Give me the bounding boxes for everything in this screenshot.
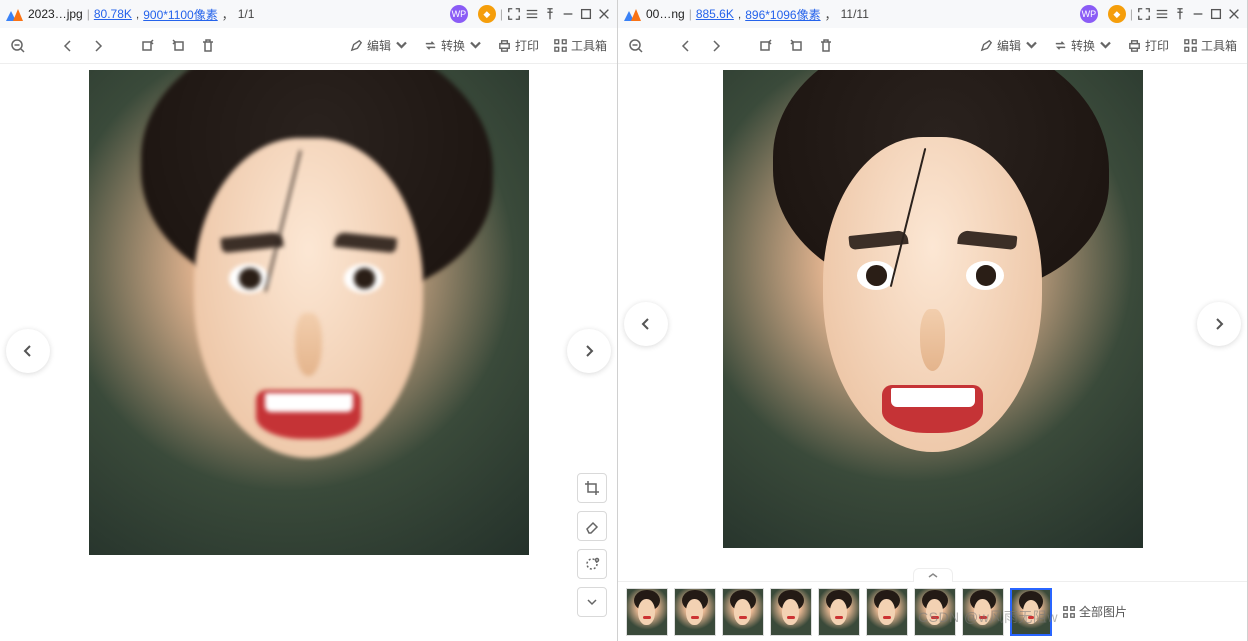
file-dimensions-link[interactable]: 896*1096像素 (745, 6, 820, 23)
thumbnail[interactable] (674, 588, 716, 636)
image-viewport (0, 64, 617, 641)
minimize-icon[interactable] (1191, 7, 1205, 21)
minimize-icon[interactable] (561, 7, 575, 21)
thumbnail[interactable] (962, 588, 1004, 636)
rotate-left-button[interactable] (140, 38, 156, 54)
main-image[interactable] (89, 70, 529, 555)
file-index: 11/11 (841, 7, 869, 21)
next-image-button[interactable] (1197, 302, 1241, 346)
fullscreen-icon[interactable] (507, 7, 521, 21)
file-name: 00…ng (646, 7, 685, 21)
toolbar: 编辑 转换 打印 工具箱 (618, 28, 1247, 64)
all-images-button[interactable]: 全部图片 (1062, 603, 1127, 620)
file-size-link[interactable]: 885.6K (696, 7, 734, 21)
prev-image-button[interactable] (6, 329, 50, 373)
delete-button[interactable] (200, 38, 216, 54)
menu-icon[interactable] (1155, 7, 1169, 21)
delete-button[interactable] (818, 38, 834, 54)
menu-icon[interactable] (525, 7, 539, 21)
file-index: 1/1 (238, 7, 255, 21)
more-tool[interactable] (577, 587, 607, 617)
print-button[interactable]: 打印 (497, 37, 539, 54)
erase-tool[interactable] (577, 511, 607, 541)
print-button[interactable]: 打印 (1127, 37, 1169, 54)
rotate-right-button[interactable] (170, 38, 186, 54)
next-button[interactable] (90, 38, 106, 54)
convert-button[interactable]: 转换 (423, 37, 483, 54)
edit-button[interactable]: 编辑 (979, 37, 1039, 54)
thumbnail[interactable] (818, 588, 860, 636)
close-icon[interactable] (1227, 7, 1241, 21)
crop-tool[interactable] (577, 473, 607, 503)
toolbox-button[interactable]: 工具箱 (553, 37, 607, 54)
maximize-icon[interactable] (1209, 7, 1223, 21)
prev-image-button[interactable] (624, 302, 668, 346)
wp-badge-icon[interactable]: WP (1080, 5, 1098, 23)
rotate-left-button[interactable] (758, 38, 774, 54)
prev-button[interactable] (678, 38, 694, 54)
wp-badge-icon[interactable]: WP (450, 5, 468, 23)
pin-icon[interactable] (543, 7, 557, 21)
file-name: 2023…jpg (28, 7, 83, 21)
pin-icon[interactable] (1173, 7, 1187, 21)
file-size-link[interactable]: 80.78K (94, 7, 132, 21)
file-dimensions-link[interactable]: 900*1100像素 (143, 6, 218, 23)
hex-badge-icon[interactable]: ◆ (1108, 5, 1126, 23)
close-icon[interactable] (597, 7, 611, 21)
edit-button[interactable]: 编辑 (349, 37, 409, 54)
thumbnail[interactable] (866, 588, 908, 636)
titlebar: 2023…jpg | 80.78K , 900*1100像素 ， 1/1 WP … (0, 0, 617, 28)
right-pane: 00…ng | 885.6K , 896*1096像素 ， 11/11 WP ◆… (618, 0, 1248, 641)
zoom-out-button[interactable] (10, 38, 26, 54)
thumbnail[interactable] (626, 588, 668, 636)
toolbox-button[interactable]: 工具箱 (1183, 37, 1237, 54)
titlebar: 00…ng | 885.6K , 896*1096像素 ， 11/11 WP ◆… (618, 0, 1247, 28)
thumbnail[interactable] (914, 588, 956, 636)
thumbnail-strip: 全部图片 (618, 581, 1247, 641)
app-logo-icon (6, 5, 24, 23)
thumbnail[interactable] (1010, 588, 1052, 636)
thumbnail[interactable] (770, 588, 812, 636)
fullscreen-icon[interactable] (1137, 7, 1151, 21)
zoom-out-button[interactable] (628, 38, 644, 54)
hex-badge-icon[interactable]: ◆ (478, 5, 496, 23)
app-logo-icon (624, 5, 642, 23)
maximize-icon[interactable] (579, 7, 593, 21)
next-button[interactable] (708, 38, 724, 54)
next-image-button[interactable] (567, 329, 611, 373)
main-image[interactable] (723, 70, 1143, 548)
prev-button[interactable] (60, 38, 76, 54)
rotate-right-button[interactable] (788, 38, 804, 54)
thumbnail[interactable] (722, 588, 764, 636)
left-pane: 2023…jpg | 80.78K , 900*1100像素 ， 1/1 WP … (0, 0, 618, 641)
toolbar: 编辑 转换 打印 工具箱 (0, 28, 617, 64)
circle-tool[interactable] (577, 549, 607, 579)
image-viewport (618, 64, 1247, 581)
thumbnail-collapse-tab[interactable] (913, 568, 953, 582)
convert-button[interactable]: 转换 (1053, 37, 1113, 54)
side-tools (577, 473, 607, 617)
